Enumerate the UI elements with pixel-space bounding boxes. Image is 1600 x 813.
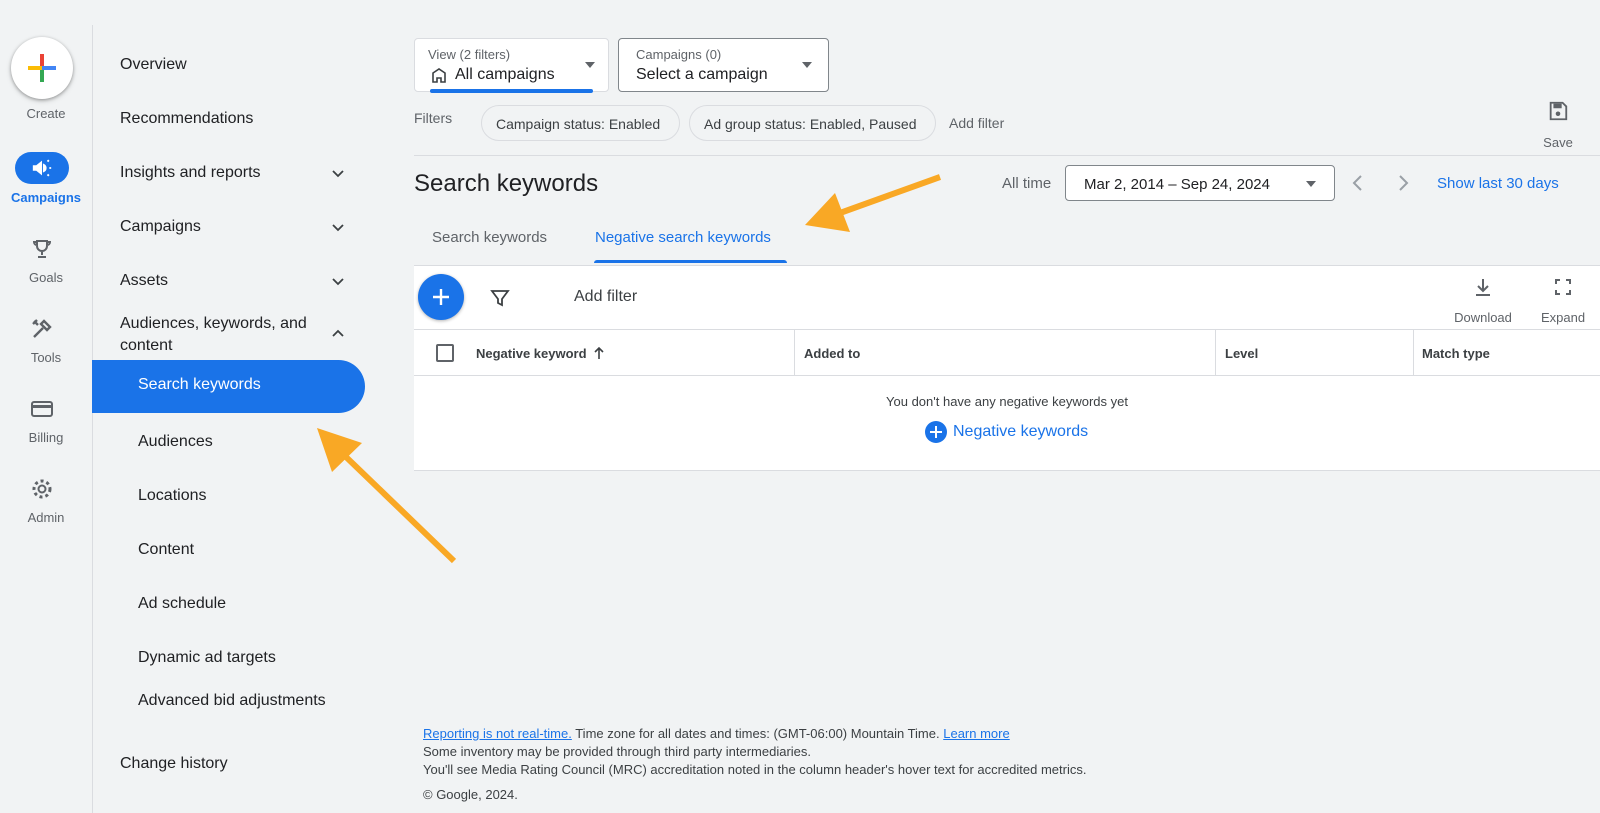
caret-down-icon <box>585 62 595 68</box>
nav-content[interactable]: Content <box>138 541 194 559</box>
billing-label[interactable]: Billing <box>0 430 92 445</box>
nav-campaigns[interactable]: Campaigns <box>120 218 201 236</box>
learn-more-link[interactable]: Learn more <box>943 726 1009 741</box>
plus-circle-icon <box>925 421 947 443</box>
view-underline <box>430 89 593 93</box>
show-last-30-days-link[interactable]: Show last 30 days <box>1437 175 1559 192</box>
chevron-down-icon[interactable] <box>330 273 346 289</box>
column-negative-keyword[interactable]: Negative keyword <box>476 346 587 361</box>
create-label: Create <box>26 106 66 121</box>
chevron-down-icon[interactable] <box>330 165 346 181</box>
nav-search-keywords-label: Search keywords <box>138 376 261 393</box>
chevron-left-icon[interactable] <box>1348 173 1368 193</box>
add-button[interactable] <box>418 274 464 320</box>
filter-chip-campaign-status[interactable]: Campaign status: Enabled <box>481 105 680 141</box>
save-icon <box>1549 101 1568 121</box>
caret-down-icon <box>802 62 812 68</box>
column-divider <box>1413 330 1414 376</box>
download-button[interactable]: Download <box>1448 277 1518 325</box>
footer-notes: Reporting is not real-time. Time zone fo… <box>423 725 1086 779</box>
date-range-value: Mar 2, 2014 – Sep 24, 2024 <box>1084 176 1270 193</box>
nav-advanced-bid[interactable]: Advanced bid adjustments <box>138 690 338 712</box>
all-time-label: All time <box>1002 175 1052 192</box>
select-all-checkbox[interactable] <box>436 344 454 362</box>
nav-insights[interactable]: Insights and reports <box>120 164 261 182</box>
column-divider <box>794 330 795 376</box>
expand-button[interactable]: Expand <box>1535 277 1591 325</box>
inventory-note: Some inventory may be provided through t… <box>423 744 812 759</box>
building-icon <box>432 68 446 83</box>
download-icon <box>1476 279 1490 296</box>
chevron-down-icon[interactable] <box>330 219 346 235</box>
left-rail: Create Campaigns Goals Tools Billing Adm… <box>0 0 92 813</box>
nav-change-history[interactable]: Change history <box>120 755 228 773</box>
nav-dynamic-ad-targets[interactable]: Dynamic ad targets <box>138 649 276 667</box>
plus-multicolor-icon <box>28 54 56 82</box>
add-filter-link[interactable]: Add filter <box>949 115 1004 131</box>
column-match-type[interactable]: Match type <box>1422 346 1490 361</box>
campaign-dropdown-label: Campaigns (0) <box>636 47 722 62</box>
nav-search-keywords[interactable]: Search keywords <box>92 360 365 413</box>
copyright: © Google, 2024. <box>423 787 518 802</box>
download-label: Download <box>1454 310 1512 325</box>
reporting-link[interactable]: Reporting is not real-time. <box>423 726 572 741</box>
admin-label[interactable]: Admin <box>0 510 92 525</box>
chevron-up-icon[interactable] <box>330 326 346 342</box>
campaign-dropdown[interactable]: Campaigns (0) Select a campaign <box>618 38 829 92</box>
filters-label: Filters <box>414 110 453 126</box>
tools-icon[interactable] <box>28 315 56 343</box>
arrow-to-negative-tab <box>805 174 942 232</box>
empty-state-message: You don't have any negative keywords yet <box>886 394 1128 409</box>
nav-assets[interactable]: Assets <box>120 272 168 290</box>
tab-search-keywords[interactable]: Search keywords <box>432 229 547 246</box>
goals-label[interactable]: Goals <box>0 270 92 285</box>
megaphone-icon <box>32 159 52 177</box>
column-level[interactable]: Level <box>1225 346 1258 361</box>
add-negative-keywords-link[interactable]: Negative keywords <box>925 420 1088 444</box>
view-dropdown[interactable]: View (2 filters) All campaigns <box>414 38 609 93</box>
add-negative-keywords-label: Negative keywords <box>953 423 1089 440</box>
table-header: Negative keyword Added to Level Match ty… <box>414 329 1600 376</box>
mrc-note: You'll see Media Rating Council (MRC) ac… <box>423 762 1087 777</box>
save-button[interactable]: Save <box>1536 100 1580 150</box>
campaigns-label[interactable]: Campaigns <box>0 190 92 205</box>
nav-audiences[interactable]: Audiences <box>138 433 213 451</box>
filter-funnel-icon[interactable] <box>489 287 511 309</box>
campaigns-rail-button[interactable] <box>15 152 69 184</box>
tools-label[interactable]: Tools <box>0 350 92 365</box>
sort-arrow-up-icon[interactable] <box>592 346 606 360</box>
trophy-icon[interactable] <box>28 235 56 263</box>
column-divider <box>1215 330 1216 376</box>
save-label: Save <box>1543 135 1573 150</box>
date-range-dropdown[interactable]: Mar 2, 2014 – Sep 24, 2024 <box>1065 165 1335 201</box>
nav-locations[interactable]: Locations <box>138 487 207 505</box>
filter-chip-ad-group-status[interactable]: Ad group status: Enabled, Paused <box>689 105 936 141</box>
divider <box>414 155 1600 156</box>
gear-icon[interactable] <box>28 475 56 503</box>
view-dropdown-label: View (2 filters) <box>428 47 511 62</box>
tab-negative-search-keywords[interactable]: Negative search keywords <box>595 229 771 246</box>
nav-recommendations[interactable]: Recommendations <box>120 110 253 128</box>
nav-ad-schedule[interactable]: Ad schedule <box>138 595 226 613</box>
view-dropdown-value: All campaigns <box>455 66 555 83</box>
expand-label: Expand <box>1540 310 1586 325</box>
credit-card-icon[interactable] <box>28 395 56 423</box>
expand-icon <box>1555 279 1571 295</box>
plus-icon <box>433 289 449 305</box>
page-title: Search keywords <box>414 170 599 197</box>
chevron-right-icon[interactable] <box>1393 173 1413 193</box>
campaign-dropdown-value: Select a campaign <box>636 66 768 83</box>
caret-down-icon <box>1306 181 1316 187</box>
table-add-filter[interactable]: Add filter <box>574 288 637 306</box>
nav-audiences-group[interactable]: Audiences, keywords, and content <box>120 313 335 357</box>
nav-overview[interactable]: Overview <box>120 56 187 74</box>
column-added-to[interactable]: Added to <box>804 346 860 361</box>
tab-indicator <box>594 260 787 263</box>
timezone-text: Time zone for all dates and times: (GMT-… <box>571 726 944 741</box>
create-button[interactable] <box>11 37 73 99</box>
